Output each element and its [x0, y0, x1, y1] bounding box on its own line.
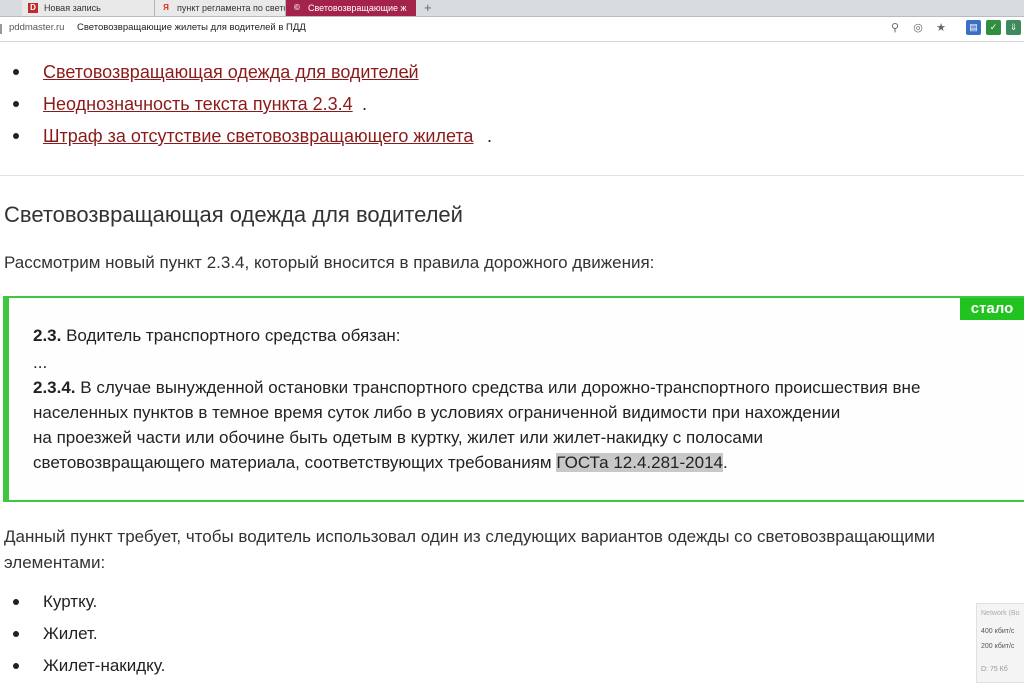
bullet-icon [13, 663, 19, 669]
toc-link-fine[interactable]: Штраф за отсутствие световозвращающего ж… [43, 122, 473, 150]
address-bar-edge [0, 24, 2, 34]
bullet-icon [13, 101, 19, 107]
extension-download-icon[interactable]: ⇓ [1006, 20, 1021, 35]
network-title: Network (Bo [981, 610, 1020, 617]
quote-ellipsis: ... [33, 353, 48, 372]
quote-line: 2.3. Водитель транспортного средства обя… [33, 326, 401, 345]
extension-translate-icon[interactable]: ▤ [966, 20, 981, 35]
section-heading: Световозвращающая одежда для водителей [4, 202, 463, 227]
requirements-paragraph: Данный пункт требует, чтобы водитель исп… [4, 527, 936, 572]
network-upload-rate: 400 кбит/с [981, 628, 1015, 635]
bookmark-star-icon[interactable]: ★ [934, 21, 948, 35]
tab-label: Новая запись [44, 3, 101, 13]
law-quote-box: стало 2.3. Водитель транспортного средст… [3, 296, 1024, 502]
network-monitor-widget: Network (Bo 400 кбит/с 200 кбит/с D: 75 … [976, 603, 1024, 683]
site-favicon-icon: © [294, 3, 300, 12]
address-bar[interactable]: pddmaster.ru Световозвращающие жилеты дл… [0, 17, 1024, 42]
key-icon[interactable]: ⚲ [888, 21, 902, 35]
url-domain[interactable]: pddmaster.ru [9, 22, 64, 33]
tab-new-post[interactable]: D Новая запись [22, 0, 155, 16]
dzen-favicon-icon: D [28, 3, 38, 13]
tab-yandex-search[interactable]: Я пункт регламента по свето [155, 0, 286, 16]
network-footer: D: 75 Кб [981, 666, 1008, 673]
toc-link-clothing[interactable]: Световозвращающая одежда для водителей [43, 58, 419, 86]
bullet-icon [13, 133, 19, 139]
toc-period: . [405, 62, 411, 82]
quote-line: населенных пунктов в темное время суток … [33, 403, 841, 422]
yandex-favicon-icon: Я [163, 3, 169, 12]
bullet-icon [13, 599, 19, 605]
new-tab-button[interactable]: + [424, 0, 432, 16]
tab-active-page[interactable]: © Световозвращающие ж [286, 0, 416, 16]
network-download-rate: 200 кбит/с [981, 643, 1015, 650]
divider [0, 175, 1024, 176]
url-page-title[interactable]: Световозвращающие жилеты для водителей в… [77, 22, 306, 33]
page-content: Световозвращающая одежда для водителей .… [0, 42, 1024, 683]
bullet-icon [13, 69, 19, 75]
toc-period: . [487, 126, 493, 146]
extension-shield-icon[interactable]: ✓ [986, 20, 1001, 35]
toc-period: . [362, 94, 368, 114]
quote-line: 2.3.4. В случае вынужденной остановки тр… [33, 378, 921, 397]
tab-label: пункт регламента по свето [177, 3, 286, 13]
tab-label: Световозвращающие ж [308, 3, 407, 13]
quote-line: на проезжей части или обочине быть одеты… [33, 428, 764, 447]
bullet-icon [13, 631, 19, 637]
intro-paragraph: Рассмотрим новый пункт 2.3.4, который вн… [4, 253, 655, 272]
toc-link-ambiguity[interactable]: Неоднозначность текста пункта 2.3.4 [43, 90, 353, 118]
status-badge: стало [960, 298, 1024, 320]
browser-tab-strip: D Новая запись Я пункт регламента по све… [0, 0, 1024, 17]
quote-line: световозвращающего материала, соответств… [33, 453, 728, 472]
reader-icon[interactable]: ◎ [911, 21, 925, 35]
gost-highlight: ГОСТа 12.4.281-2014 [556, 453, 723, 472]
